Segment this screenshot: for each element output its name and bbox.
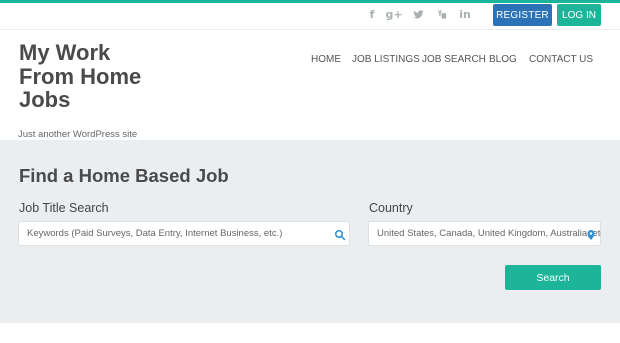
- twitter-icon[interactable]: [409, 5, 427, 23]
- google-plus-icon[interactable]: g+: [385, 5, 403, 23]
- nav-item-contact-us[interactable]: CONTACT US: [529, 54, 593, 65]
- facebook-icon[interactable]: f: [363, 5, 381, 23]
- site-title[interactable]: My Work From Home Jobs: [19, 41, 159, 112]
- country-input[interactable]: United States, Canada, United Kingdom, A…: [368, 221, 601, 246]
- job-title-label: Job Title Search: [19, 201, 109, 215]
- nav-item-home[interactable]: HOME: [311, 54, 341, 65]
- job-title-input[interactable]: Keywords (Paid Surveys, Data Entry, Inte…: [18, 221, 350, 246]
- search-icon: [334, 228, 346, 241]
- country-label: Country: [369, 201, 413, 215]
- nav-item-job-search[interactable]: JOB SEARCH: [422, 54, 486, 65]
- location-pin-icon: [585, 228, 597, 240]
- nav-item-job-listings[interactable]: JOB LISTINGS: [352, 54, 420, 65]
- search-heading: Find a Home Based Job: [19, 165, 229, 186]
- register-button[interactable]: REGISTER: [493, 4, 552, 26]
- nav-item-blog[interactable]: BLOG: [489, 54, 517, 65]
- site-tagline: Just another WordPress site: [18, 129, 138, 140]
- linkedin-icon[interactable]: in: [456, 5, 474, 23]
- youtube-icon[interactable]: [432, 5, 450, 23]
- login-button[interactable]: LOG IN: [557, 4, 601, 26]
- job-title-placeholder: Keywords (Paid Surveys, Data Entry, Inte…: [27, 228, 283, 239]
- country-placeholder: United States, Canada, United Kingdom, A…: [377, 228, 601, 239]
- search-button[interactable]: Search: [505, 265, 601, 290]
